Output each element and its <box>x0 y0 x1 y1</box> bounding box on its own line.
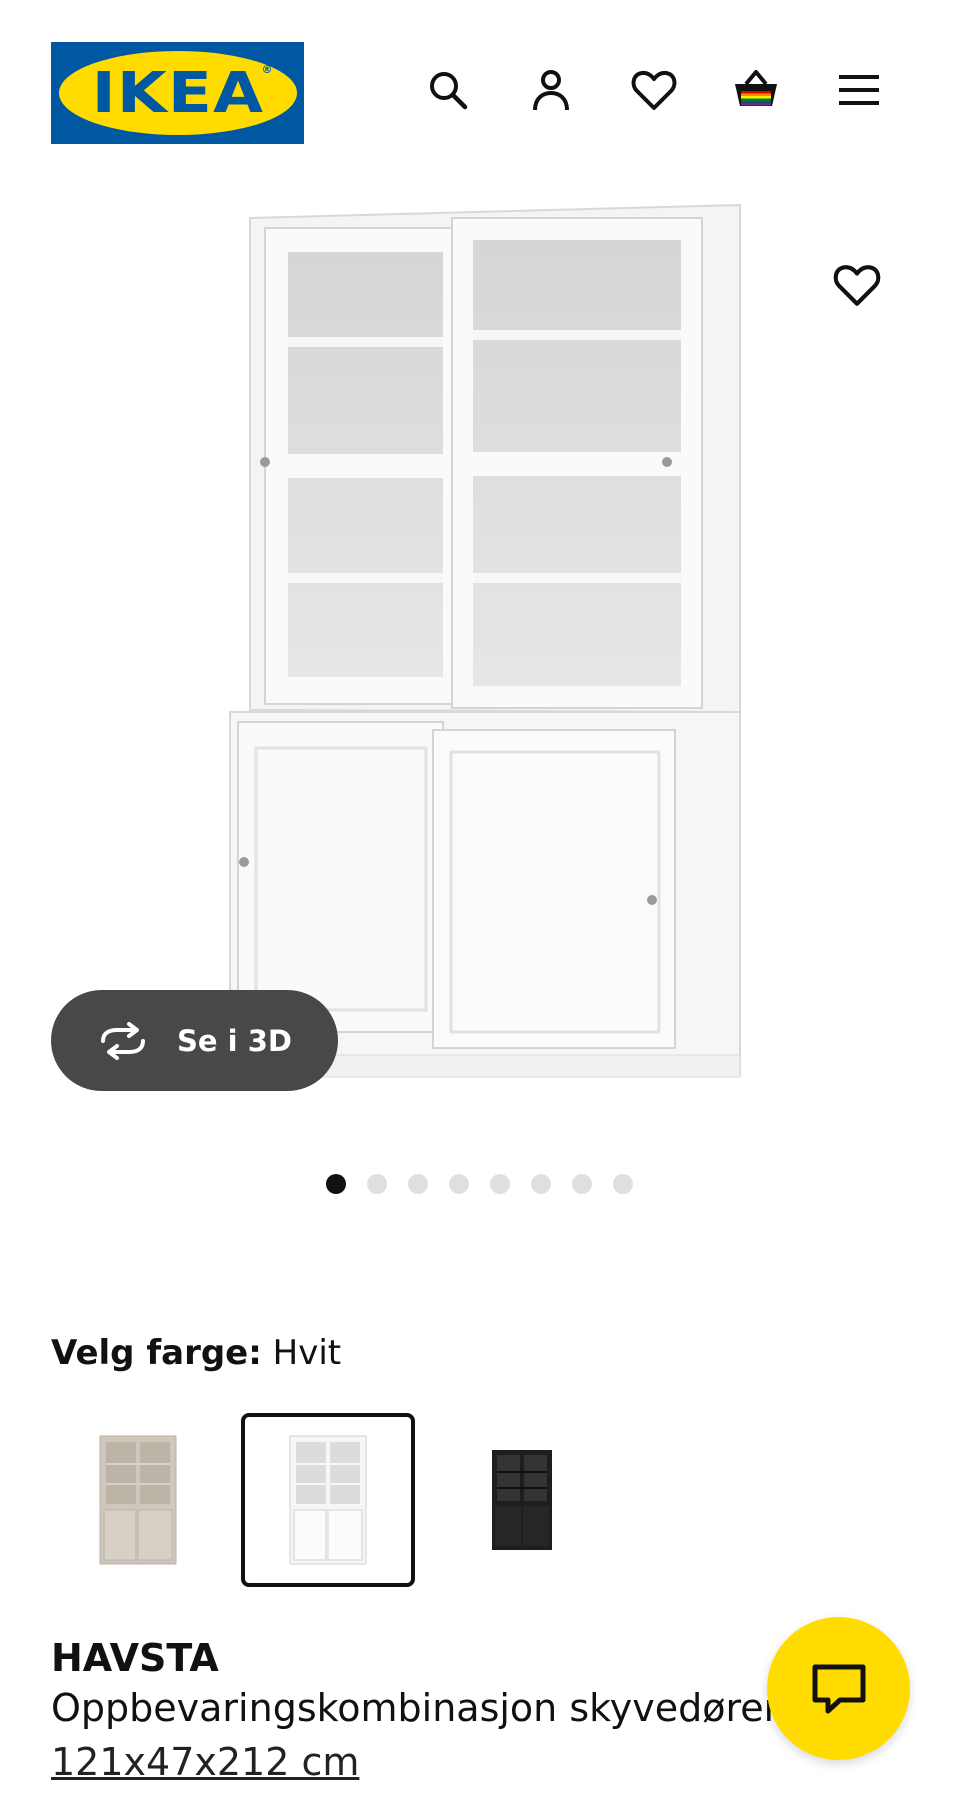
gallery-dot-6[interactable] <box>531 1174 551 1194</box>
gallery-dot-2[interactable] <box>367 1174 387 1194</box>
product-image[interactable] <box>220 200 760 1125</box>
rotate-3d-icon <box>101 1021 145 1060</box>
gallery-dot-5[interactable] <box>490 1174 510 1194</box>
ikea-logo[interactable]: IKEA ® <box>51 42 304 144</box>
product-name: HAVSTA <box>51 1636 219 1680</box>
selected-color-value: Hvit <box>272 1333 342 1373</box>
registered-mark: ® <box>261 63 273 76</box>
basket-icon[interactable] <box>732 66 780 114</box>
gallery-pagination <box>326 1174 633 1194</box>
color-swatch-beige[interactable] <box>51 1413 225 1587</box>
gallery-dot-7[interactable] <box>572 1174 592 1194</box>
color-selector-label: Velg farge: Hvit <box>51 1333 341 1373</box>
heart-icon[interactable] <box>630 66 678 114</box>
account-icon[interactable] <box>527 66 575 114</box>
site-header: IKEA ® <box>0 0 960 150</box>
chat-icon <box>812 1664 865 1713</box>
add-to-favorites-icon[interactable] <box>832 260 882 310</box>
product-description: Oppbevaringskombinasjon skyvedører <box>51 1686 780 1730</box>
color-label-prefix: Velg farge: <box>51 1333 262 1373</box>
logo-oval: IKEA ® <box>58 51 297 135</box>
gallery-dot-4[interactable] <box>449 1174 469 1194</box>
product-size-link[interactable]: 121x47x212 cm <box>51 1740 359 1784</box>
view-in-3d-button[interactable]: Se i 3D <box>51 990 338 1091</box>
menu-icon[interactable] <box>835 66 883 114</box>
view-in-3d-label: Se i 3D <box>177 1023 292 1058</box>
color-swatch-white[interactable] <box>241 1413 415 1587</box>
chat-button[interactable] <box>767 1617 910 1760</box>
logo-text: IKEA <box>91 60 264 126</box>
gallery-dot-1[interactable] <box>326 1174 346 1194</box>
search-icon[interactable] <box>424 66 472 114</box>
gallery-dot-3[interactable] <box>408 1174 428 1194</box>
gallery-dot-8[interactable] <box>613 1174 633 1194</box>
color-swatch-black[interactable] <box>435 1413 609 1587</box>
